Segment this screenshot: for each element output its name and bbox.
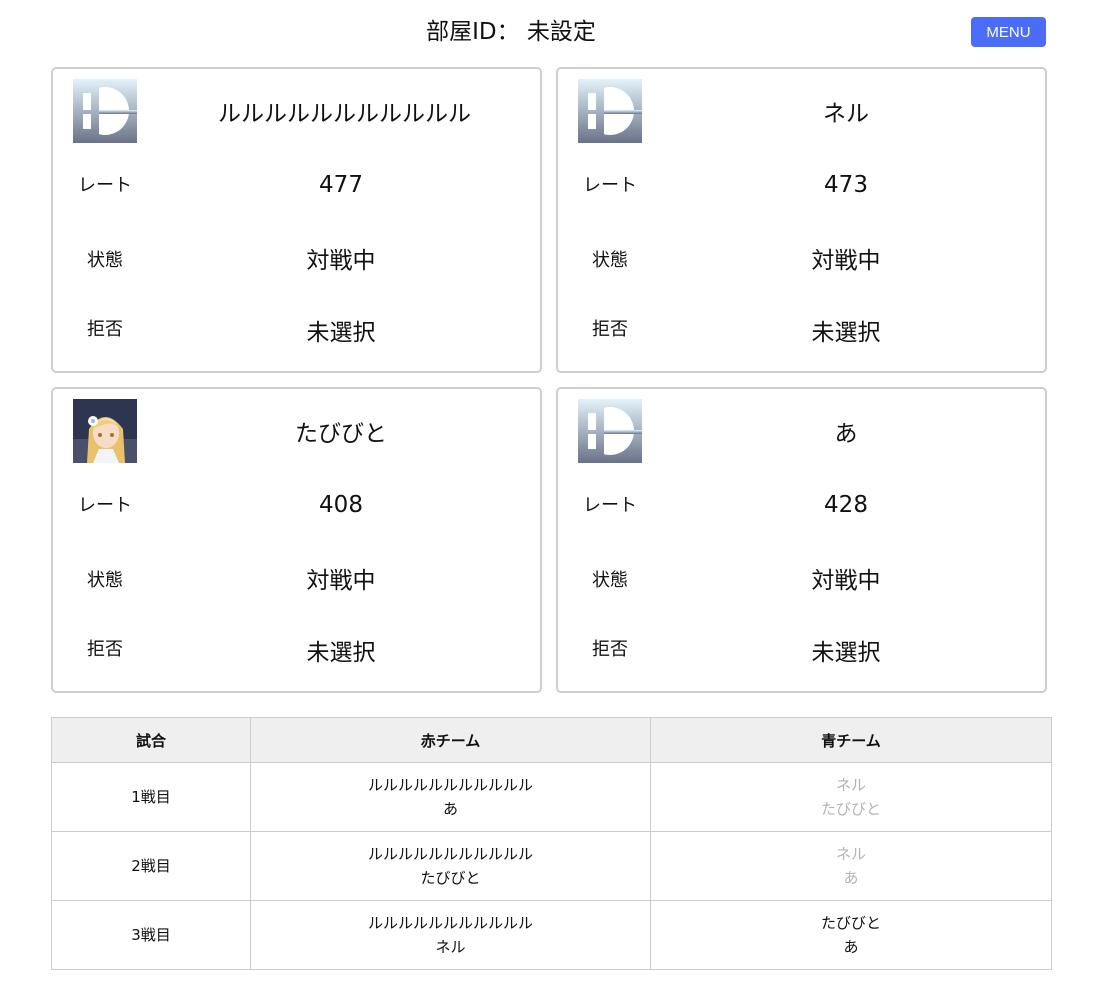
blue-team-player: たびびと — [820, 914, 881, 932]
match-number-cell: 3戦目 — [51, 900, 251, 970]
state-label: 状態 — [87, 250, 123, 271]
red-team-player: ルルルルルルルルルルル — [367, 914, 533, 932]
smash-bros-logo-icon — [578, 79, 642, 143]
rate-label: レート — [78, 175, 132, 196]
refuse-value: 未選択 — [306, 320, 376, 346]
smash-bros-logo-icon — [578, 399, 642, 463]
table-row: 2戦目 ルルルルルルルルルルル たびびと ネル あ — [51, 831, 1052, 901]
column-header-red-team: 赤チーム — [250, 717, 651, 763]
refuse-label: 拒否 — [87, 319, 123, 340]
blue-team-cell: ネル たびびと — [650, 762, 1052, 832]
column-header-match: 試合 — [51, 717, 251, 763]
rate-value: 428 — [824, 492, 868, 518]
blue-team-player: あ — [843, 869, 859, 887]
rate-value: 477 — [319, 172, 363, 198]
column-header-blue-team: 青チーム — [650, 717, 1052, 763]
anime-character-avatar — [73, 399, 137, 463]
refuse-label: 拒否 — [592, 319, 628, 340]
player-card: ネル レート 473 状態 対戦中 拒否 未選択 — [556, 67, 1047, 373]
room-id-title: 部屋ID： 未設定 — [426, 19, 596, 45]
table-header-row: 試合 赤チーム 青チーム — [51, 717, 1052, 763]
page-header: 部屋ID： 未設定 MENU — [0, 0, 1102, 64]
blue-team-cell: たびびと あ — [650, 900, 1052, 970]
state-label: 状態 — [592, 570, 628, 591]
blue-team-player: ネル — [835, 776, 866, 794]
red-team-cell: ルルルルルルルルルルル あ — [250, 762, 651, 832]
player-name: ルルルルルルルルルルル — [218, 101, 471, 127]
red-team-player: あ — [442, 800, 458, 818]
player-name: あ — [834, 421, 858, 447]
state-value: 対戦中 — [811, 248, 881, 274]
player-card: あ レート 428 状態 対戦中 拒否 未選択 — [556, 387, 1047, 693]
refuse-value: 未選択 — [306, 640, 376, 666]
state-value: 対戦中 — [811, 568, 881, 594]
red-team-player: たびびと — [420, 869, 481, 887]
state-label: 状態 — [87, 570, 123, 591]
table-row: 1戦目 ルルルルルルルルルルル あ ネル たびびと — [51, 762, 1052, 832]
match-number-cell: 1戦目 — [51, 762, 251, 832]
table-row: 3戦目 ルルルルルルルルルルル ネル たびびと あ — [51, 900, 1052, 970]
red-team-player: ネル — [435, 938, 466, 956]
blue-team-player: ネル — [835, 845, 866, 863]
match-table: 試合 赤チーム 青チーム 1戦目 ルルルルルルルルルルル あ ネル たびびと 2… — [51, 717, 1052, 970]
refuse-value: 未選択 — [811, 320, 881, 346]
refuse-label: 拒否 — [87, 639, 123, 660]
red-team-player: ルルルルルルルルルルル — [367, 776, 533, 794]
player-name: たびびと — [295, 421, 387, 447]
player-card: たびびと レート 408 状態 対戦中 拒否 未選択 — [51, 387, 542, 693]
rate-value: 408 — [319, 492, 363, 518]
player-card: ルルルルルルルルルルル レート 477 状態 対戦中 拒否 未選択 — [51, 67, 542, 373]
smash-bros-logo-icon — [73, 79, 137, 143]
state-value: 対戦中 — [306, 568, 376, 594]
rate-label: レート — [583, 175, 637, 196]
state-value: 対戦中 — [306, 248, 376, 274]
rate-value: 473 — [824, 172, 868, 198]
blue-team-cell: ネル あ — [650, 831, 1052, 901]
refuse-value: 未選択 — [811, 640, 881, 666]
state-label: 状態 — [592, 250, 628, 271]
rate-label: レート — [78, 495, 132, 516]
rate-label: レート — [583, 495, 637, 516]
match-number-cell: 2戦目 — [51, 831, 251, 901]
player-name: ネル — [823, 101, 869, 127]
red-team-player: ルルルルルルルルルルル — [367, 845, 533, 863]
blue-team-player: あ — [843, 938, 859, 956]
red-team-cell: ルルルルルルルルルルル たびびと — [250, 831, 651, 901]
red-team-cell: ルルルルルルルルルルル ネル — [250, 900, 651, 970]
blue-team-player: たびびと — [820, 800, 881, 818]
menu-button[interactable]: MENU — [971, 17, 1046, 47]
refuse-label: 拒否 — [592, 639, 628, 660]
